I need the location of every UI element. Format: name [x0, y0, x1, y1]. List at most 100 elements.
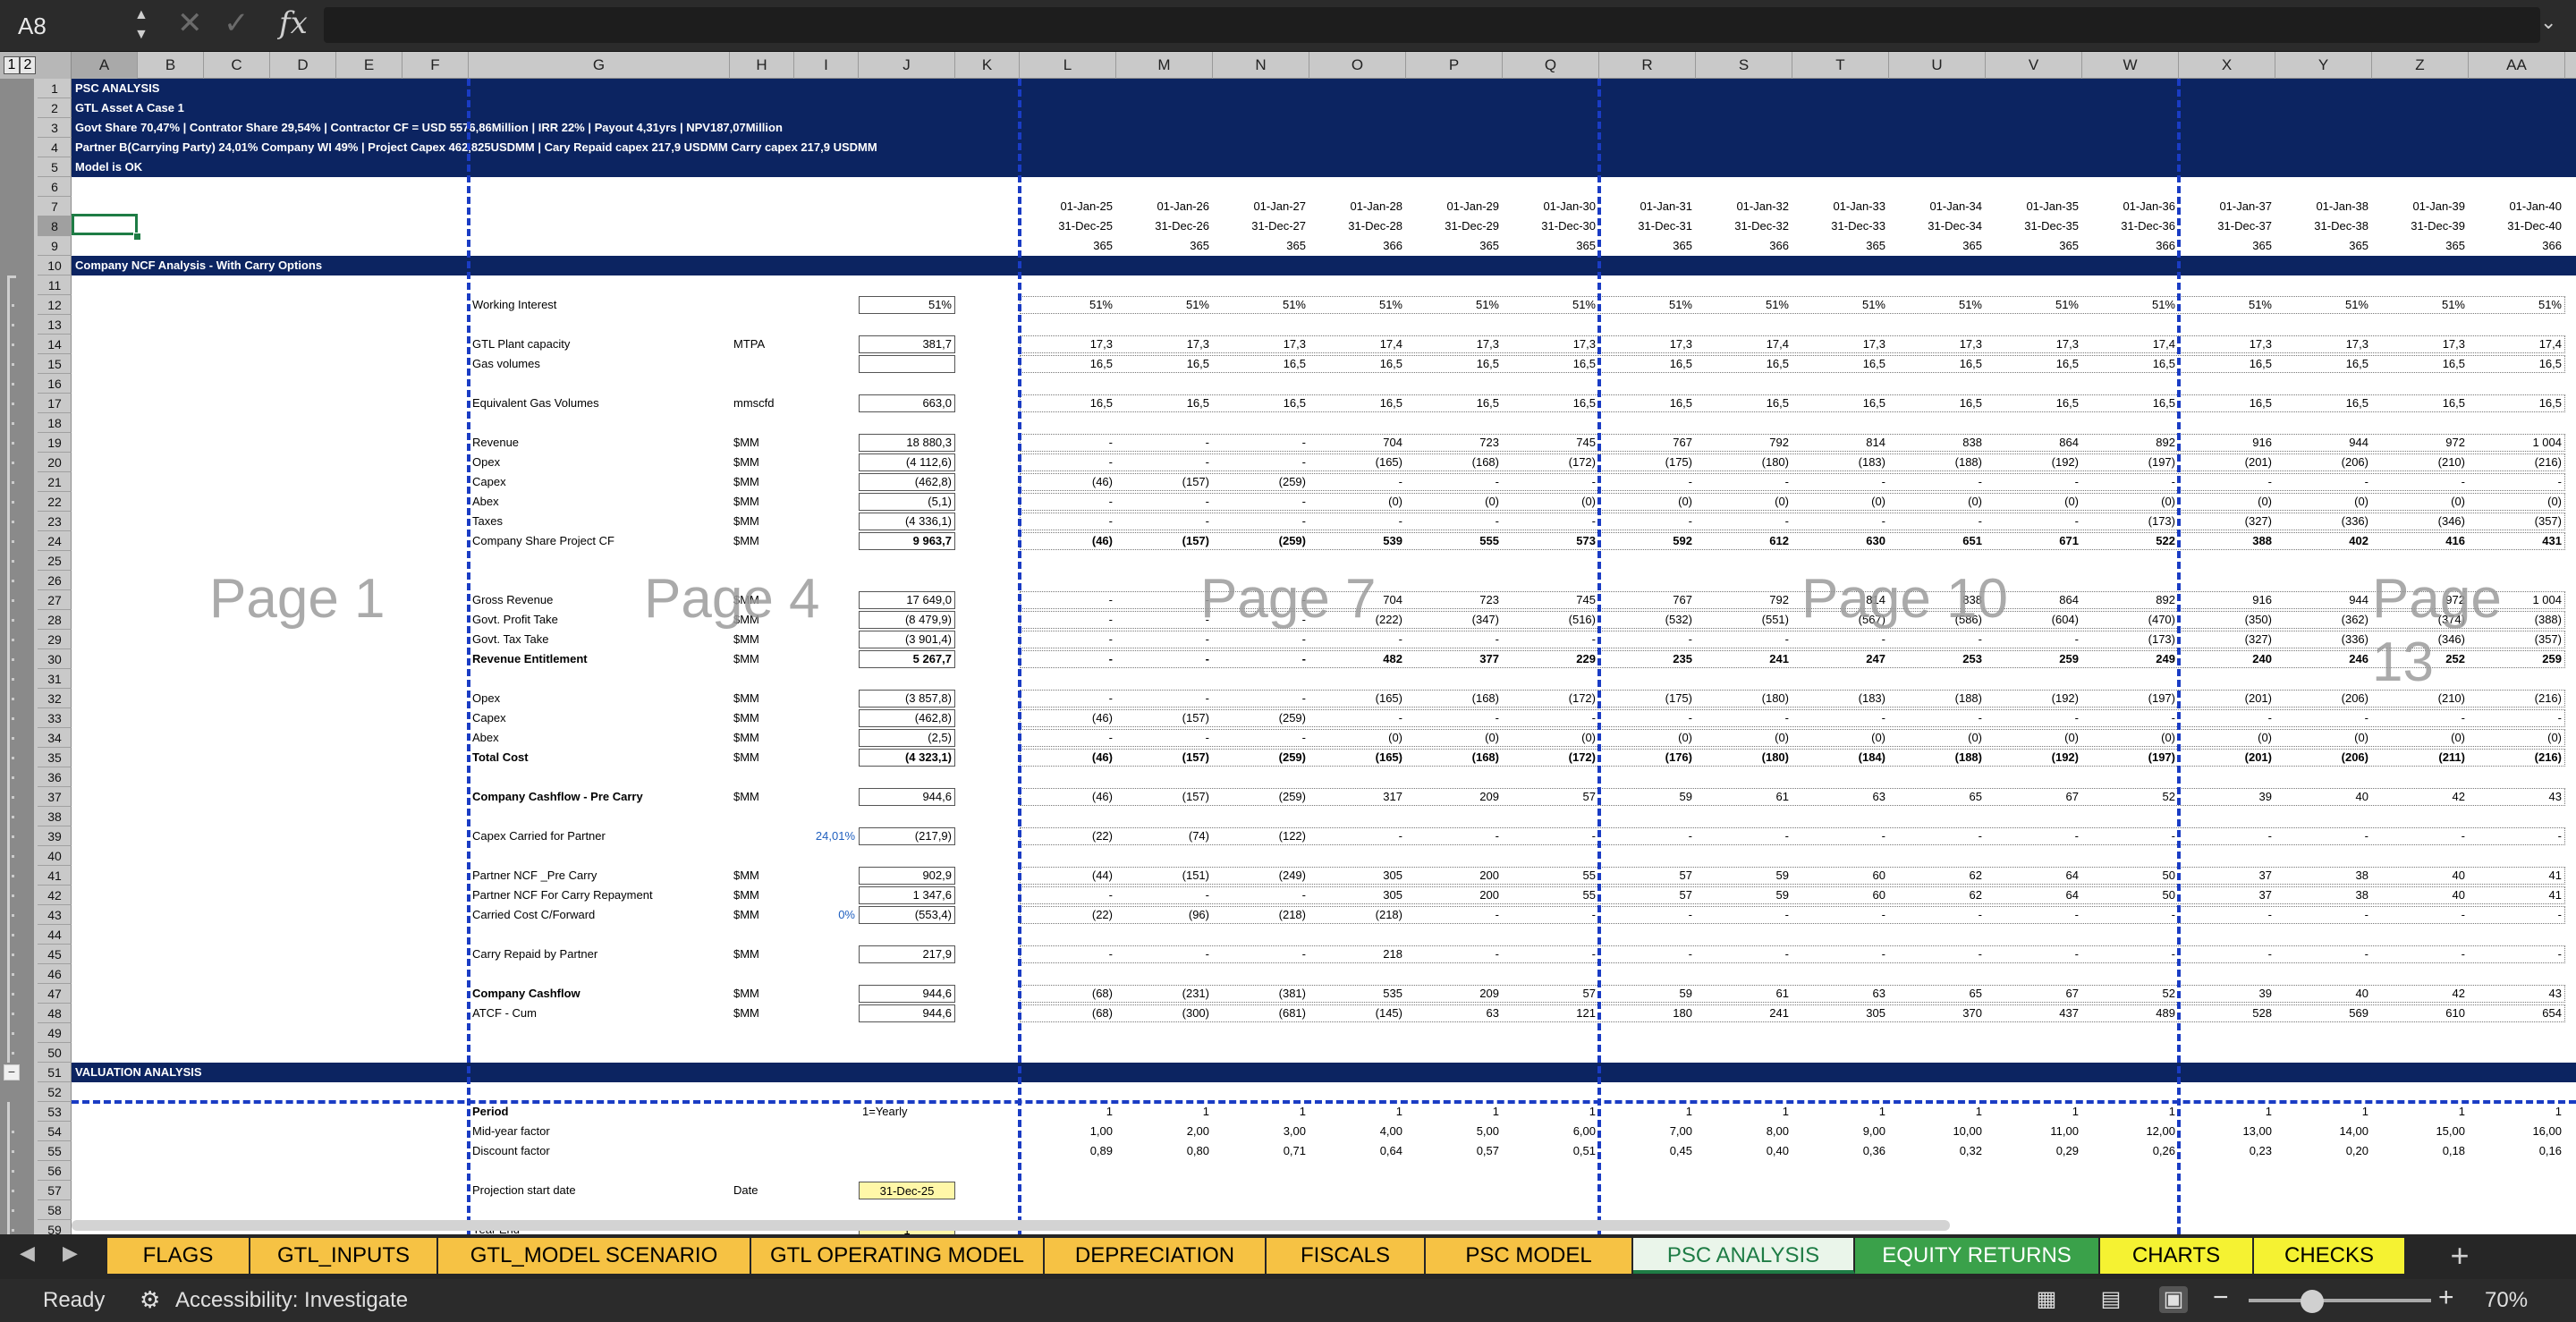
value-cell[interactable]: -	[2469, 709, 2565, 727]
value-cell[interactable]: -	[1309, 709, 1406, 727]
value-cell[interactable]: -	[1503, 709, 1599, 727]
column-header-g[interactable]: G	[469, 52, 730, 79]
value-cell[interactable]: (165)	[1309, 749, 1406, 767]
value-cell[interactable]: (347)	[1406, 611, 1503, 629]
value-cell[interactable]: (0)	[2275, 493, 2372, 511]
value-cell[interactable]: (0)	[2469, 729, 2565, 747]
value-cell[interactable]: (211)	[2372, 749, 2469, 767]
value-cell[interactable]: (201)	[2179, 690, 2275, 708]
value-cell[interactable]: -	[1020, 690, 1116, 708]
value-cell[interactable]: (551)	[1696, 611, 1792, 629]
value-cell[interactable]: 17,4	[2082, 335, 2179, 353]
value-cell[interactable]: 1	[1503, 1103, 1599, 1121]
value-cell[interactable]: -	[1406, 906, 1503, 924]
value-cell[interactable]: -	[1406, 827, 1503, 845]
row-header-38[interactable]: 38	[38, 807, 72, 826]
value-cell[interactable]: 0,23	[2179, 1142, 2275, 1160]
value-cell[interactable]: (300)	[1116, 1004, 1213, 1022]
value-cell[interactable]: 0,40	[1696, 1142, 1792, 1160]
value-cell[interactable]: 3,00	[1213, 1123, 1309, 1140]
value-cell[interactable]: 16,5	[2082, 394, 2179, 412]
value-cell[interactable]: 16,5	[1116, 394, 1213, 412]
value-cell[interactable]: 610	[2372, 1004, 2469, 1022]
value-cell[interactable]: 745	[1503, 434, 1599, 452]
value-cell[interactable]: 1	[1116, 1103, 1213, 1121]
value-cell[interactable]: 64	[1986, 867, 2082, 885]
tab-psc-model[interactable]: PSC MODEL	[1426, 1238, 1633, 1274]
column-header-r[interactable]: R	[1599, 52, 1696, 79]
value-cell[interactable]: 51%	[1213, 296, 1309, 314]
value-cell[interactable]: -	[2372, 945, 2469, 963]
value-cell[interactable]: -	[1406, 709, 1503, 727]
value-cell[interactable]: (357)	[2469, 513, 2565, 530]
column-header-h[interactable]: H	[730, 52, 794, 79]
row-header-48[interactable]: 48	[38, 1004, 72, 1023]
value-cell[interactable]: 1 004	[2469, 434, 2565, 452]
value-cell[interactable]: (218)	[1309, 906, 1406, 924]
value-cell[interactable]: 0,80	[1116, 1142, 1213, 1160]
value-cell[interactable]: 52	[2082, 985, 2179, 1003]
value-cell[interactable]: 16,5	[2372, 355, 2469, 373]
value-cell[interactable]: -	[1599, 945, 1696, 963]
value-cell[interactable]: 51%	[1503, 296, 1599, 314]
value-cell[interactable]: -	[1599, 906, 1696, 924]
value-cell[interactable]: 17,3	[1020, 335, 1116, 353]
value-cell[interactable]: (22)	[1020, 827, 1116, 845]
value-cell[interactable]: (0)	[1792, 493, 1889, 511]
row-header-15[interactable]: 15	[38, 354, 72, 374]
value-cell[interactable]: 51%	[1696, 296, 1792, 314]
value-cell[interactable]: -	[1986, 827, 2082, 845]
value-cell[interactable]: 0,89	[1020, 1142, 1116, 1160]
value-cell[interactable]: 630	[1792, 532, 1889, 550]
value-cell[interactable]: -	[1599, 631, 1696, 648]
row-header-35[interactable]: 35	[38, 748, 72, 767]
value-cell[interactable]: (168)	[1406, 690, 1503, 708]
value-cell[interactable]: (327)	[2179, 513, 2275, 530]
value-cell[interactable]: -	[1792, 709, 1889, 727]
row-header-5[interactable]: 5	[38, 157, 72, 177]
value-cell[interactable]: (249)	[1213, 867, 1309, 885]
value-cell[interactable]: -	[1986, 473, 2082, 491]
select-all-corner[interactable]: 12	[0, 52, 72, 79]
value-cell[interactable]: (0)	[1599, 729, 1696, 747]
value-cell[interactable]: -	[1116, 690, 1213, 708]
value-cell[interactable]: 16,5	[1406, 355, 1503, 373]
value-cell[interactable]: (201)	[2179, 453, 2275, 471]
value-cell[interactable]: 16,5	[1020, 394, 1116, 412]
row-header-22[interactable]: 22	[38, 492, 72, 512]
value-cell[interactable]: -	[1986, 945, 2082, 963]
value-cell[interactable]: (0)	[2082, 729, 2179, 747]
value-cell[interactable]: 55	[1503, 867, 1599, 885]
value-cell[interactable]: 17,3	[1792, 335, 1889, 353]
value-cell[interactable]: 16,5	[1889, 394, 1986, 412]
row-header-50[interactable]: 50	[38, 1043, 72, 1063]
zoom-out-button[interactable]: −	[2213, 1283, 2229, 1313]
row-header-33[interactable]: 33	[38, 708, 72, 728]
name-box[interactable]: A8	[0, 0, 132, 52]
value-cell[interactable]: 916	[2179, 591, 2275, 609]
row-header-40[interactable]: 40	[38, 846, 72, 866]
value-cell[interactable]: -	[1792, 513, 1889, 530]
value-cell[interactable]: (172)	[1503, 749, 1599, 767]
value-cell[interactable]: (0)	[1309, 493, 1406, 511]
row-header-19[interactable]: 19	[38, 433, 72, 453]
value-cell[interactable]: 814	[1792, 434, 1889, 452]
value-cell[interactable]: 0,20	[2275, 1142, 2372, 1160]
value-cell[interactable]: (336)	[2275, 631, 2372, 648]
column-header-y[interactable]: Y	[2275, 52, 2372, 79]
collapse-group-button[interactable]: −	[4, 1064, 20, 1080]
value-cell[interactable]: -	[1213, 434, 1309, 452]
value-cell[interactable]: -	[1792, 945, 1889, 963]
value-cell[interactable]: -	[2469, 827, 2565, 845]
row-header-52[interactable]: 52	[38, 1082, 72, 1102]
value-cell[interactable]: (197)	[2082, 690, 2179, 708]
value-cell[interactable]: 0,64	[1309, 1142, 1406, 1160]
value-cell[interactable]: -	[1696, 709, 1792, 727]
value-cell[interactable]: 4,00	[1309, 1123, 1406, 1140]
value-cell[interactable]: -	[1116, 513, 1213, 530]
function-icon[interactable]: fx	[279, 5, 308, 41]
value-cell[interactable]: (122)	[1213, 827, 1309, 845]
horizontal-scrollbar[interactable]	[72, 1220, 1950, 1231]
value-cell[interactable]: 61	[1696, 788, 1792, 806]
value-cell[interactable]: -	[1116, 493, 1213, 511]
